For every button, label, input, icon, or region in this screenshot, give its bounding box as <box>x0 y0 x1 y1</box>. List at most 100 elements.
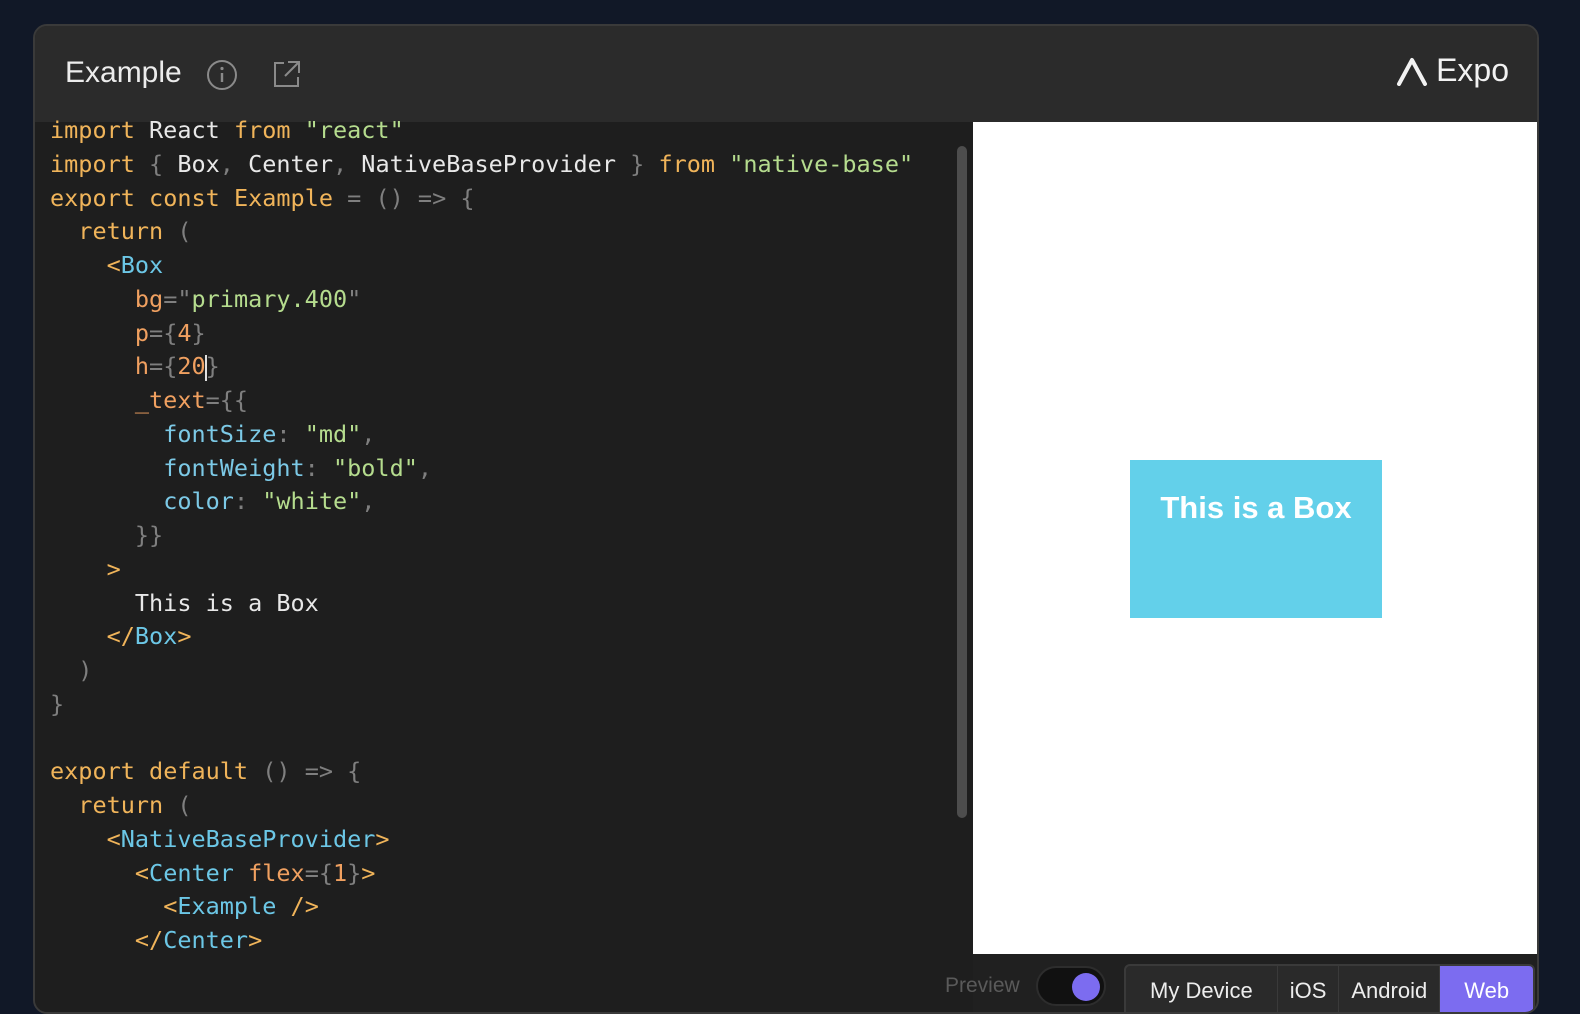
open-external-icon[interactable] <box>271 58 303 90</box>
info-icon[interactable] <box>206 59 238 91</box>
code-line[interactable]: import React from "react" <box>50 114 913 148</box>
platform-web[interactable]: Web <box>1440 966 1534 1012</box>
code-line[interactable]: <Center flex={1}> <box>50 857 913 891</box>
code-line[interactable]: <Example /> <box>50 890 913 924</box>
code-line[interactable]: return ( <box>50 215 913 249</box>
code-token: color <box>163 487 234 516</box>
code-line[interactable]: bg="primary.400" <box>50 283 913 317</box>
code-line[interactable]: </Box> <box>50 620 913 654</box>
header-bar: Example Expo <box>35 26 1537 123</box>
code-token: fontWeight <box>163 453 305 482</box>
code-token: > <box>106 554 121 583</box>
code-line[interactable]: p={4} <box>50 317 913 351</box>
code-line[interactable]: <Box <box>50 249 913 283</box>
code-line[interactable]: fontWeight: "bold", <box>50 452 913 486</box>
code-line[interactable]: > <box>50 553 913 587</box>
code-token: "native-base" <box>729 149 914 178</box>
preview-toggle-label: Preview <box>945 974 1020 997</box>
code-line[interactable]: <NativeBaseProvider> <box>50 823 913 857</box>
code-line[interactable]: }} <box>50 519 913 553</box>
code-token: " <box>347 284 362 313</box>
code-token: React <box>134 116 234 144</box>
code-token: " <box>177 284 192 313</box>
code-token: , <box>417 453 433 482</box>
code-token: "md" <box>304 419 362 448</box>
code-token: ( <box>177 217 192 246</box>
code-token: fontSize <box>163 419 277 448</box>
platform-my-device[interactable]: My Device <box>1126 966 1278 1012</box>
code-token: import <box>50 149 135 178</box>
code-token: import <box>50 116 135 144</box>
code-token: }} <box>134 521 164 549</box>
code-line[interactable]: _text={{ <box>50 384 913 418</box>
code-token: bg <box>134 284 164 313</box>
code-line[interactable] <box>50 722 913 756</box>
editor-scrollbar[interactable] <box>957 146 967 818</box>
code-token: } <box>630 149 645 178</box>
code-token: NativeBaseProvider <box>120 824 376 853</box>
code-editor[interactable]: import React from "react" import { Box, C… <box>35 116 973 1012</box>
code-token: } <box>50 689 65 718</box>
code-token: } <box>205 352 220 381</box>
code-token: > <box>361 858 376 887</box>
code-token: Center <box>163 926 249 954</box>
code-token: > <box>248 926 263 954</box>
code-token: { <box>149 149 164 178</box>
platform-ios[interactable]: iOS <box>1278 966 1340 1012</box>
code-token: return <box>78 791 164 819</box>
expo-icon <box>1397 57 1428 86</box>
code-token: () <box>262 757 291 786</box>
code-line[interactable]: color: "white", <box>50 485 913 519</box>
code-token: primary.400 <box>191 284 348 313</box>
code-token: from <box>233 116 291 144</box>
code-line[interactable]: h={20} <box>50 350 913 384</box>
code-token: Example <box>233 183 333 212</box>
code-line[interactable]: </Center> <box>50 924 913 958</box>
code-line[interactable]: This is a Box <box>50 587 913 621</box>
code-line[interactable]: } <box>50 688 913 722</box>
code-token: : <box>233 487 249 516</box>
platform-android[interactable]: Android <box>1339 966 1441 1012</box>
code-token: < <box>134 858 150 887</box>
code-token: ={ <box>149 352 178 381</box>
code-token: : <box>304 453 319 482</box>
code-token: Example <box>177 892 277 921</box>
code-token: NativeBaseProvider <box>347 149 631 178</box>
code-line[interactable]: ) <box>50 654 913 688</box>
code-line[interactable]: export const Example = () => { <box>50 182 913 216</box>
code-token: ={{ <box>205 386 249 414</box>
code-line[interactable]: export default () => { <box>50 755 913 789</box>
code-token: < <box>163 892 178 921</box>
expo-logo[interactable]: Expo <box>1396 52 1509 89</box>
code-line[interactable]: import { Box, Center, NativeBaseProvider… <box>50 148 913 182</box>
code-token: => <box>417 183 447 212</box>
code-token: "white" <box>262 487 362 516</box>
code-line[interactable]: fontSize: "md", <box>50 418 913 452</box>
code-line[interactable]: return ( <box>50 789 913 823</box>
preview-toggle[interactable] <box>1036 966 1106 1006</box>
code-token: p <box>134 318 150 347</box>
code-token: , <box>361 487 376 516</box>
platform-selector: My Device iOS Android Web <box>1124 964 1536 1012</box>
code-content[interactable]: import React from "react" import { Box, C… <box>50 114 913 958</box>
code-token: ={ <box>304 858 333 887</box>
